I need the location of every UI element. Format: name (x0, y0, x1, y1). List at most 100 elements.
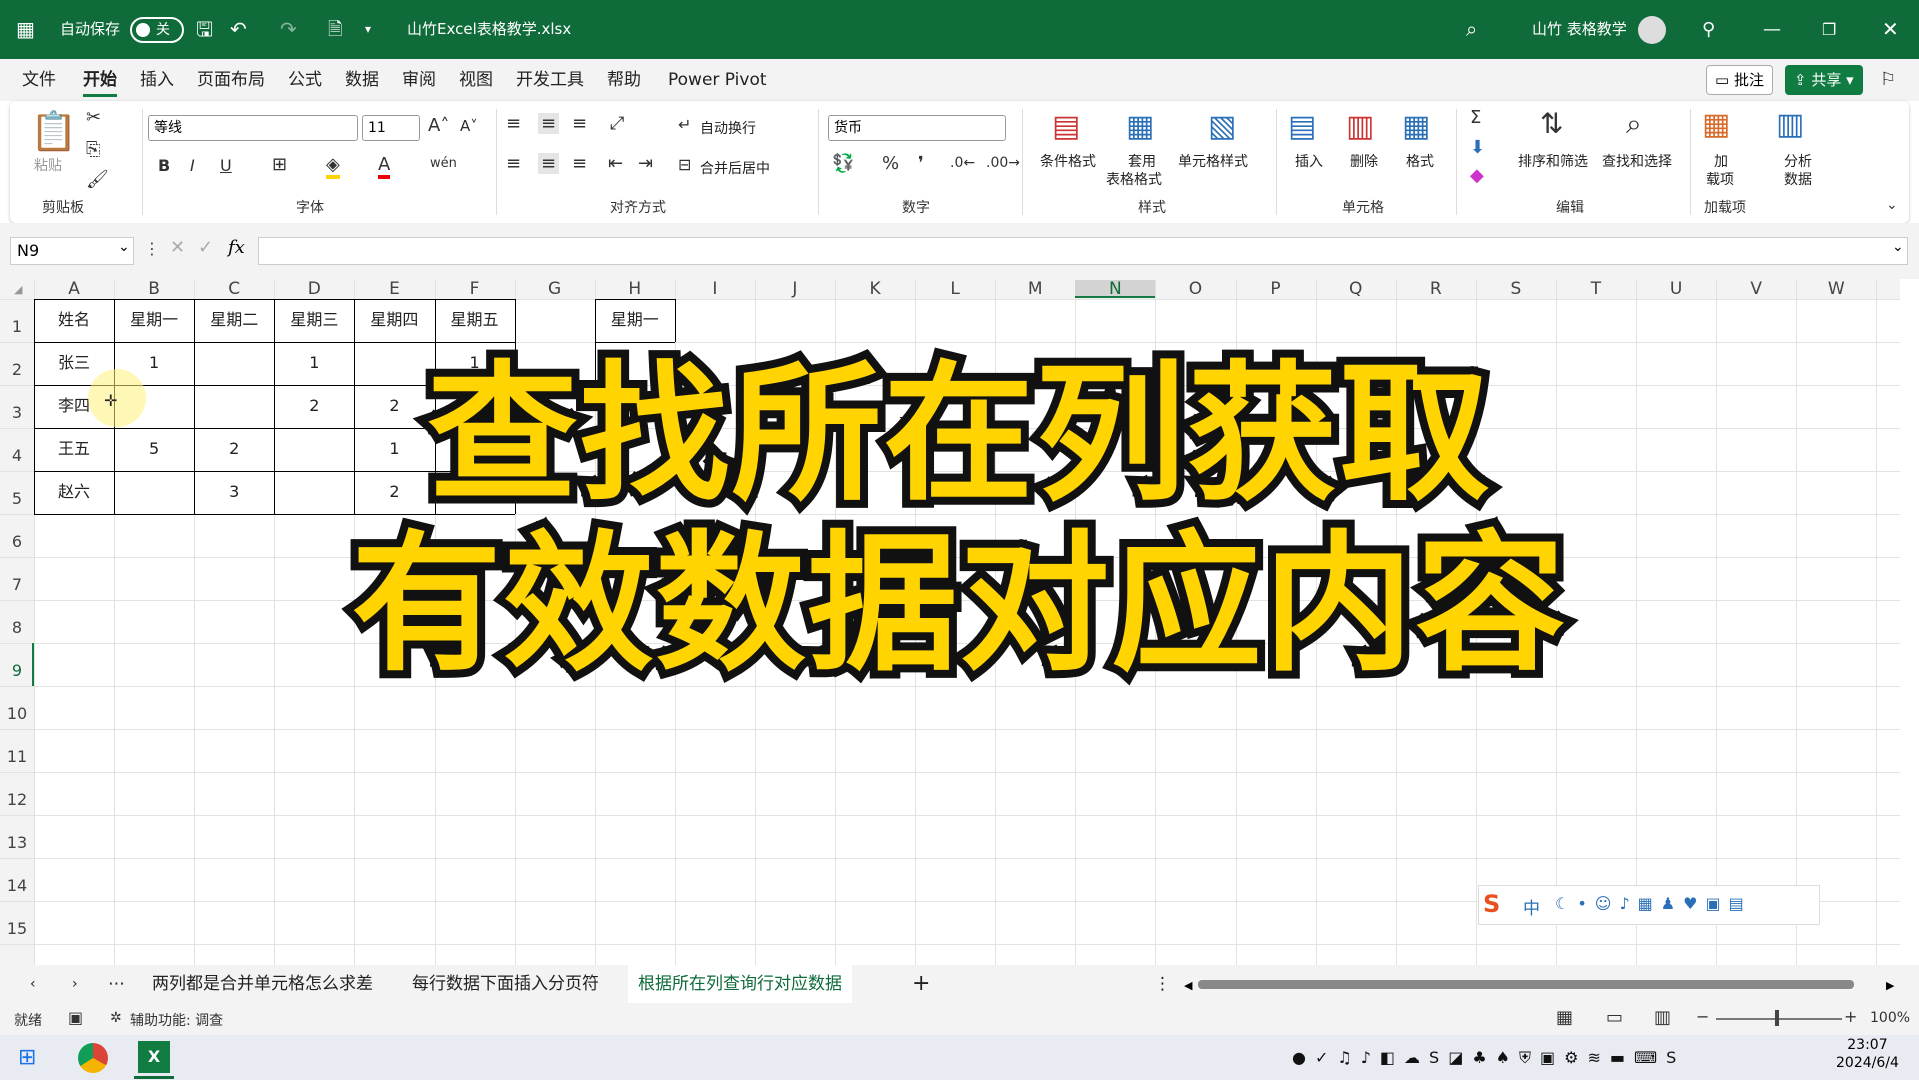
zoom-level[interactable]: 100% (1870, 1010, 1910, 1026)
tab-insert[interactable]: 插入 (140, 59, 174, 101)
format-cells-icon[interactable]: ▦ (1402, 109, 1430, 144)
undo-icon[interactable]: ↶ (230, 0, 247, 59)
page-break-view-icon[interactable]: ▥ (1654, 1007, 1671, 1028)
table-cell[interactable]: 星期二 (194, 299, 274, 342)
row-header-5[interactable]: 5 (0, 489, 34, 508)
phonetic-icon[interactable]: wén (430, 156, 457, 171)
column-header-E[interactable]: E (354, 280, 434, 298)
addins-icon[interactable]: ▦ (1702, 107, 1730, 142)
align-middle-icon[interactable]: ≡ (538, 113, 560, 134)
search-icon[interactable]: ⌕ (1466, 0, 1477, 59)
borders-icon[interactable]: ⊞ (272, 154, 287, 175)
merge-center-button[interactable]: 合并后居中 (700, 158, 770, 178)
delete-cells-button[interactable]: 删除 (1350, 151, 1378, 171)
zoom-out-icon[interactable]: − (1696, 1007, 1709, 1026)
tab-data[interactable]: 数据 (345, 59, 379, 101)
file-name[interactable]: 山竹Excel表格教学.xlsx (407, 0, 571, 59)
column-header-K[interactable]: K (835, 280, 915, 298)
cut-icon[interactable]: ✂ (86, 107, 101, 128)
sheet-tab-2[interactable]: 每行数据下面插入分页符 (412, 965, 599, 1003)
underline-icon[interactable]: U (220, 156, 232, 175)
increase-indent-icon[interactable]: ⇥ (638, 153, 653, 174)
tab-power-pivot[interactable]: Power Pivot (668, 59, 767, 101)
decrease-font-icon[interactable]: A˅ (460, 117, 478, 135)
tabs-splitter-icon[interactable]: ⋮ (1154, 965, 1171, 1003)
hscroll-left-icon[interactable]: ◀ (1184, 979, 1192, 992)
table-cell[interactable]: 星期五 (435, 299, 515, 342)
table-cell[interactable] (354, 342, 434, 385)
percent-icon[interactable]: % (882, 153, 899, 174)
sheet-tab-1[interactable]: 两列都是合并单元格怎么求差 (152, 965, 373, 1003)
merge-center-icon[interactable]: ⊟ (678, 155, 691, 174)
table-cell[interactable]: 王五 (34, 428, 114, 471)
macro-record-icon[interactable]: ▣ (68, 1008, 83, 1027)
avatar[interactable] (1638, 16, 1666, 44)
table-cell[interactable] (435, 385, 515, 428)
table-cell[interactable]: 5 (114, 428, 194, 471)
table-cell[interactable]: 星期三 (274, 299, 354, 342)
row-header-10[interactable]: 10 (0, 704, 34, 723)
addins-label-2[interactable]: 载项 (1706, 169, 1734, 189)
analyze-data-icon[interactable]: ▥ (1776, 107, 1804, 142)
row-header-13[interactable]: 13 (0, 833, 34, 852)
redo-icon[interactable]: ↷ (280, 0, 297, 59)
align-left-icon[interactable]: ≡ (506, 153, 521, 174)
cancel-icon[interactable]: ✕ (170, 237, 185, 258)
column-header-O[interactable]: O (1155, 280, 1235, 298)
align-top-icon[interactable]: ≡ (506, 113, 521, 134)
increase-decimal-icon[interactable]: .0← (950, 155, 975, 171)
wrap-text-icon[interactable]: ↵ (678, 115, 691, 134)
insert-cells-icon[interactable]: ▤ (1288, 109, 1316, 144)
table-cell[interactable]: 1 (354, 428, 434, 471)
format-cells-button[interactable]: 格式 (1406, 151, 1434, 171)
table-cell[interactable]: 赵六 (34, 471, 114, 514)
customize-qat-icon[interactable]: ▾ (365, 0, 371, 59)
column-header-S[interactable]: S (1476, 280, 1556, 298)
row-header-12[interactable]: 12 (0, 790, 34, 809)
paste-icon[interactable]: 📋 (30, 109, 77, 154)
cell-styles-icon[interactable]: ▧ (1208, 109, 1236, 144)
ime-mode[interactable]: 中 (1523, 894, 1540, 919)
table-cell[interactable]: 2 (354, 385, 434, 428)
delete-cells-icon[interactable]: ▥ (1346, 109, 1374, 144)
ime-toolbar[interactable]: S 中 ☾•☺♪▦♟♥▣▤ (1478, 885, 1820, 925)
accessibility-status[interactable]: 辅助功能: 调查 (130, 1010, 223, 1030)
zoom-in-icon[interactable]: + (1844, 1007, 1857, 1026)
table-cell[interactable] (114, 471, 194, 514)
zoom-slider-thumb[interactable] (1775, 1010, 1779, 1026)
cell-styles-button[interactable]: 单元格样式 (1178, 151, 1248, 171)
number-format-select[interactable]: 货币 (828, 115, 1006, 141)
row-header-6[interactable]: 6 (0, 532, 34, 551)
insert-cells-button[interactable]: 插入 (1295, 151, 1323, 171)
row-header-2[interactable]: 2 (0, 360, 34, 379)
feedback-icon[interactable]: ⚐ (1880, 59, 1896, 101)
accessibility-icon[interactable]: ✲ (110, 1010, 122, 1026)
zoom-slider[interactable] (1716, 1018, 1842, 1020)
restore-icon[interactable]: ❐ (1822, 0, 1836, 59)
table-cell[interactable] (194, 385, 274, 428)
format-painter-icon[interactable]: 🖌 (86, 169, 109, 190)
quick-print-icon[interactable]: 🗎 (328, 0, 342, 59)
column-header-Q[interactable]: Q (1316, 280, 1396, 298)
worksheet-grid[interactable]: ◢ A B C D E F G H I J K L M N O P Q R S T U V W 1 2 3 4 5 6 7 8 9 10 11 12 1… (0, 279, 1900, 965)
table-cell[interactable] (435, 428, 515, 471)
column-header-V[interactable]: V (1716, 280, 1796, 298)
minimize-icon[interactable]: — (1763, 0, 1781, 59)
close-icon[interactable]: ✕ (1882, 0, 1899, 59)
ime-tool-icons[interactable]: ☾•☺♪▦♟♥▣▤ (1555, 894, 1752, 913)
row-header-9[interactable]: 9 (0, 661, 34, 680)
column-header-G[interactable]: G (515, 280, 595, 298)
column-header-M[interactable]: M (995, 280, 1075, 298)
table-cell[interactable]: 2 (194, 428, 274, 471)
find-select-icon[interactable]: ⌕ (1626, 107, 1642, 141)
normal-view-icon[interactable]: ▦ (1556, 1007, 1573, 1028)
tab-page-layout[interactable]: 页面布局 (197, 59, 265, 101)
autosum-icon[interactable]: Σ (1470, 107, 1481, 128)
chrome-icon[interactable] (78, 1043, 108, 1073)
clear-icon[interactable]: ◆ (1470, 165, 1484, 186)
table-cell[interactable] (435, 471, 515, 514)
save-icon[interactable]: 🖫 (196, 0, 213, 59)
column-header-N[interactable]: N (1075, 280, 1156, 298)
windows-start-icon[interactable]: ⊞ (18, 1035, 36, 1080)
find-select-button[interactable]: 查找和选择 (1602, 151, 1672, 171)
